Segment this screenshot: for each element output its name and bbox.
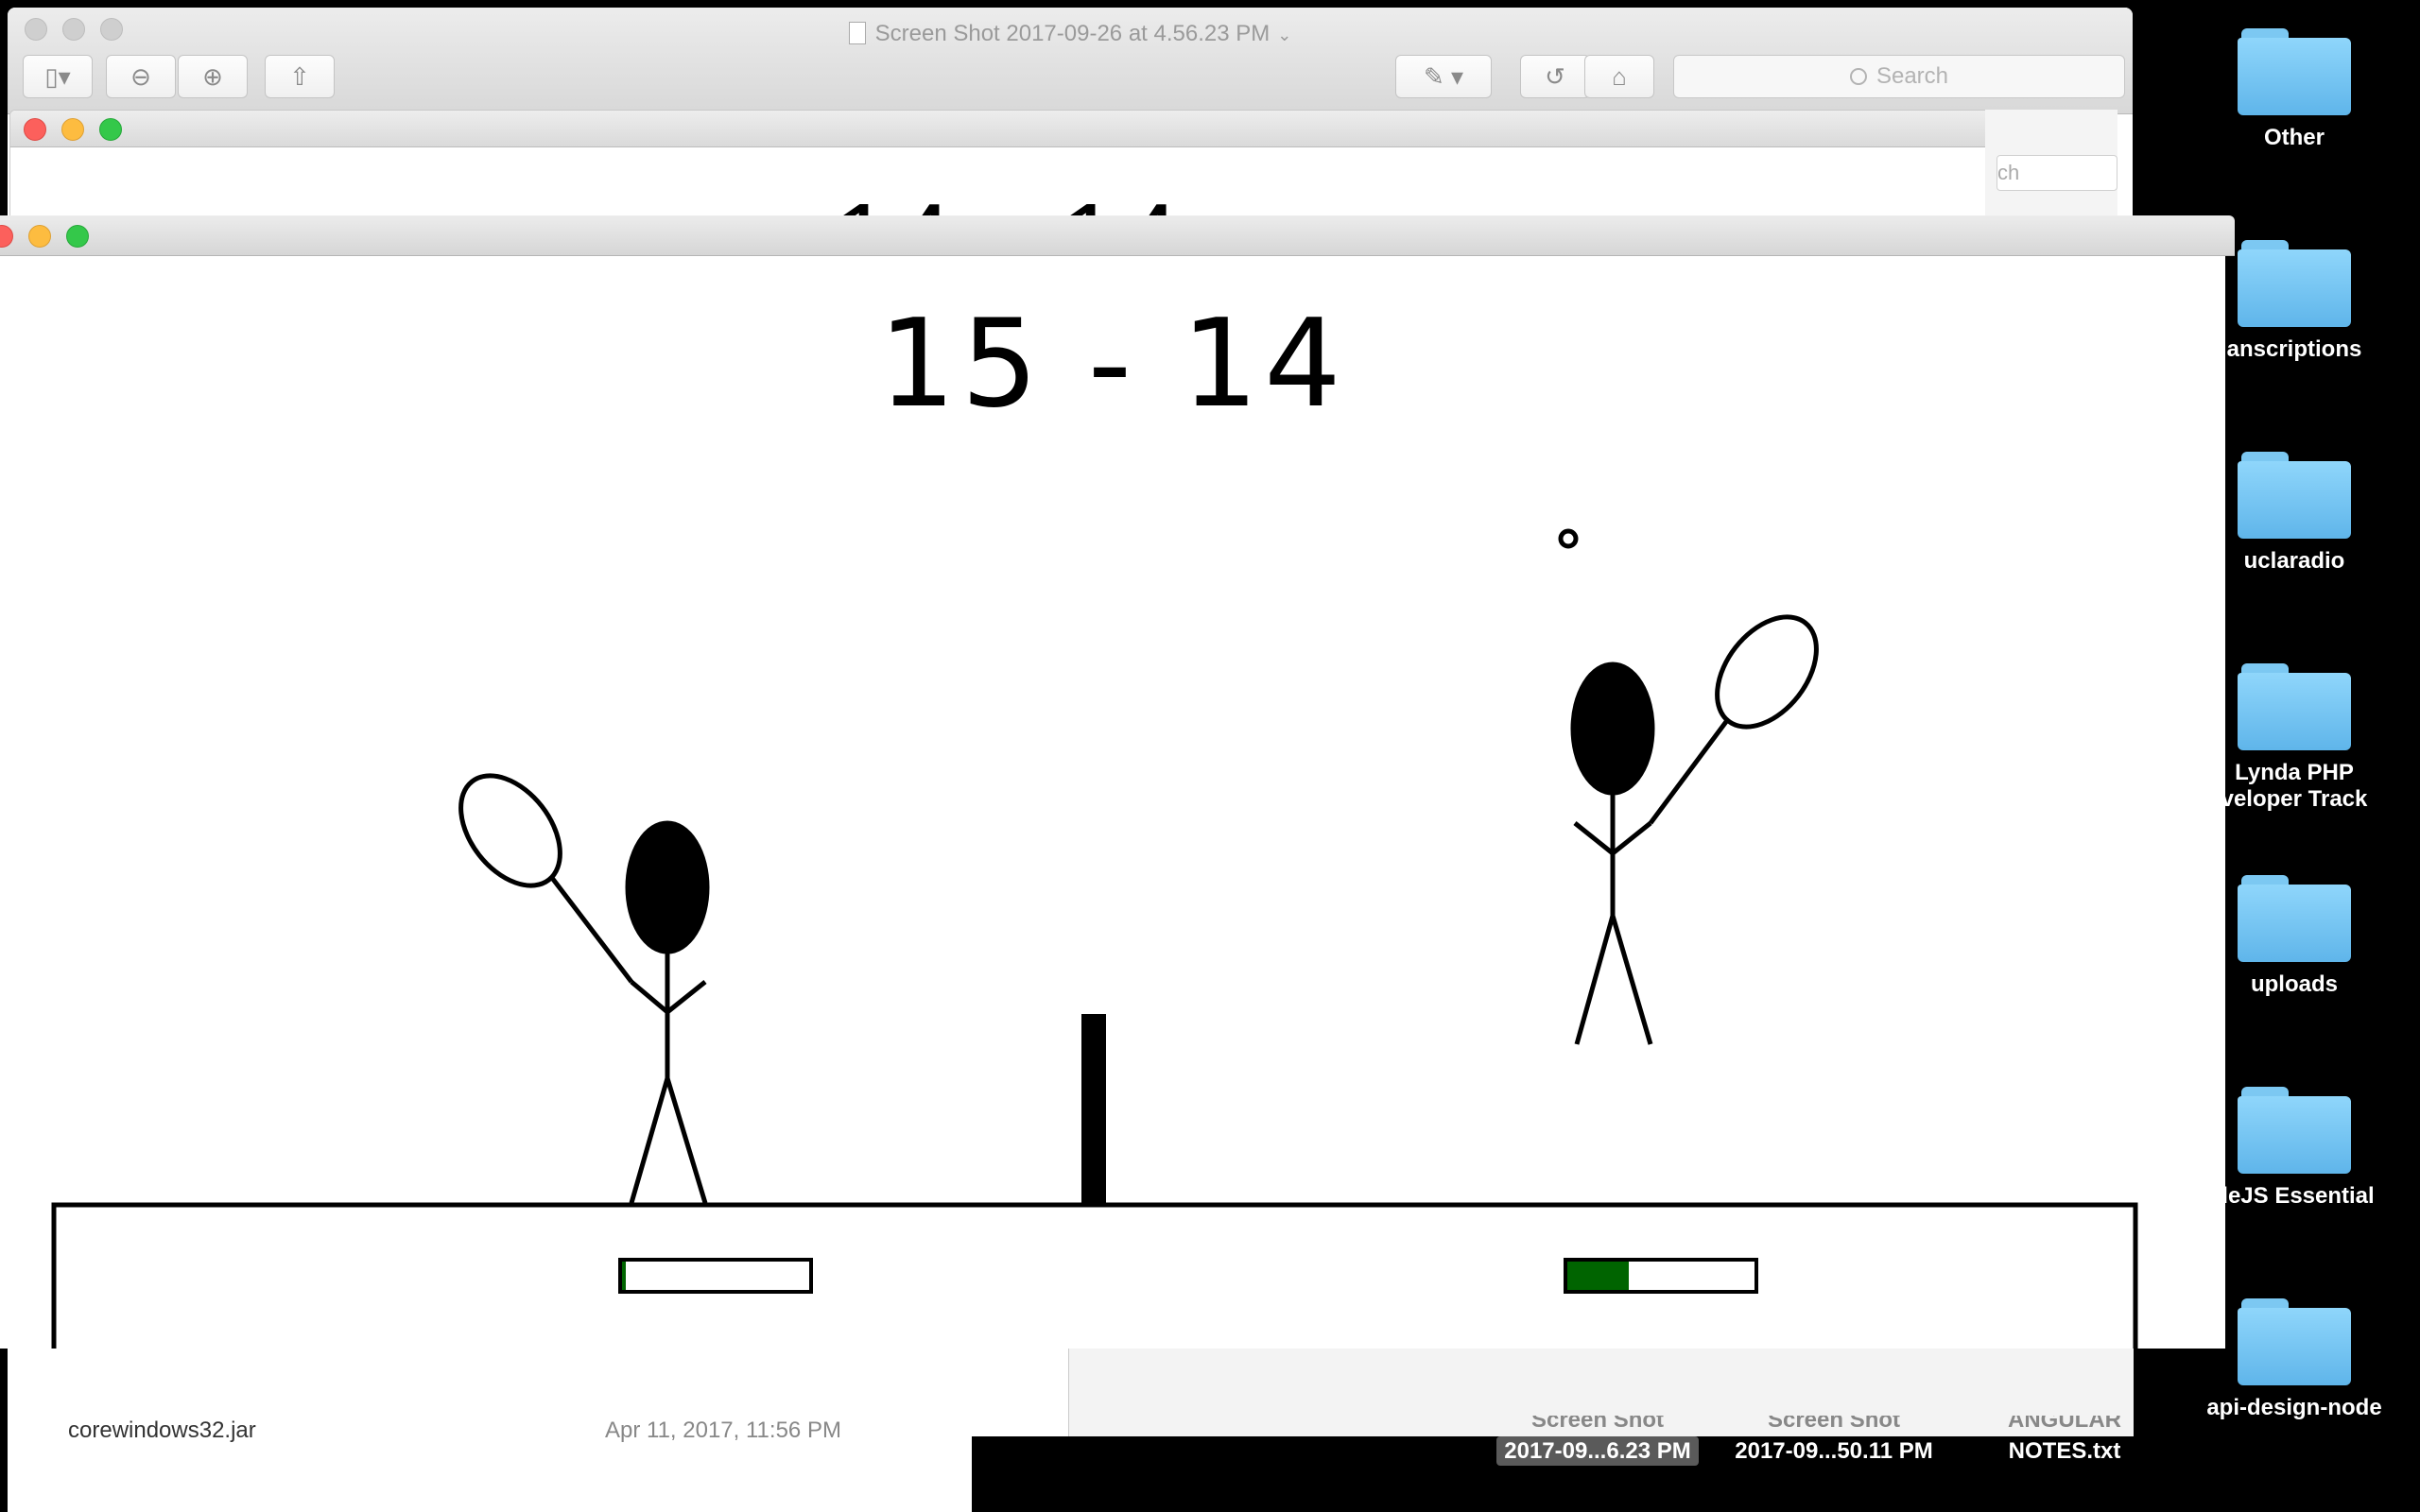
- folder-icon: [2238, 875, 2351, 962]
- zoom-in-button[interactable]: ⊕: [178, 55, 248, 98]
- desktop-file-screenshot-1[interactable]: Screen Shot 2017-09...6.23 PM: [1484, 1416, 1711, 1466]
- desktop-folder[interactable]: uclaradio: [2186, 452, 2403, 575]
- ball: [1558, 528, 1579, 549]
- minimize-button[interactable]: [61, 118, 84, 141]
- desktop-folder-label: deJS Essential: [2214, 1183, 2375, 1209]
- game-window-controls: [0, 225, 89, 248]
- left-stamina-bar: [618, 1258, 813, 1294]
- pen-icon: ✎ ▾: [1423, 61, 1464, 91]
- sidebar-button[interactable]: ▯▾: [23, 55, 93, 98]
- desktop-file-screenshot-2[interactable]: Screen Shot 2017-09...50.11 PM: [1720, 1416, 1947, 1465]
- right-player: [1570, 614, 1819, 1045]
- game-canvas[interactable]: 15 - 14: [0, 256, 2225, 1349]
- desktop-folder[interactable]: Lynda PHP veloper Track: [2186, 663, 2403, 813]
- right-player-leg: [1610, 915, 1653, 1045]
- share-icon: ⇧: [289, 61, 310, 91]
- desktop-folder-label: Lynda PHP veloper Track: [2221, 760, 2368, 812]
- court-floor: [51, 1202, 2138, 1349]
- left-player-racket: [458, 773, 562, 888]
- folder-icon: [2238, 663, 2351, 750]
- desktop-folder-label: api-design-node: [2206, 1395, 2382, 1420]
- zoom-out-button[interactable]: ⊖: [106, 55, 176, 98]
- desktop-folder[interactable]: Other: [2186, 28, 2403, 151]
- right-player-leg: [1574, 915, 1616, 1045]
- search-field[interactable]: Search: [1673, 55, 2125, 98]
- net: [1081, 1014, 1106, 1205]
- desktop-folder[interactable]: uploads: [2186, 875, 2403, 998]
- game-window: 15 - 14: [0, 215, 2235, 1349]
- document-icon: [848, 22, 866, 44]
- folder-icon: [2238, 28, 2351, 115]
- right-stamina-bar: [1564, 1258, 1758, 1294]
- desktop-folder-label: anscriptions: [2226, 336, 2362, 362]
- desktop-folder[interactable]: deJS Essential: [2186, 1087, 2403, 1210]
- background-window-controls: [24, 118, 122, 141]
- right-player-head: [1570, 662, 1655, 796]
- toolbox-icon: ⌂: [1612, 61, 1627, 91]
- finder-file-date: Apr 11, 2017, 11:56 PM: [605, 1418, 841, 1443]
- left-player-arm: [630, 980, 669, 1014]
- finder-file-name[interactable]: corewindows32.jar: [68, 1418, 256, 1444]
- left-player-racket-handle: [550, 876, 633, 984]
- right-player-racket: [1715, 614, 1819, 730]
- markup-button[interactable]: ✎ ▾: [1395, 55, 1492, 98]
- background-game-window: 14 - 14: [9, 110, 1996, 225]
- left-player-leg: [665, 1077, 708, 1204]
- share-button[interactable]: ⇧: [265, 55, 335, 98]
- right-stamina-fill: [1567, 1262, 1630, 1290]
- zoom-in-icon: ⊕: [202, 61, 223, 91]
- folder-icon: [2238, 1298, 2351, 1385]
- desktop-folder[interactable]: api-design-node: [2186, 1298, 2403, 1421]
- toolbox-button[interactable]: ⌂: [1584, 55, 1654, 98]
- zoom-out-icon: ⊖: [130, 61, 151, 91]
- folder-icon: [2238, 240, 2351, 327]
- desktop-file-angular-notes[interactable]: ANGULAR NOTES.txt: [1951, 1416, 2178, 1465]
- minimize-button[interactable]: [28, 225, 51, 248]
- game-scene: [51, 528, 2138, 1349]
- rotate-icon: ↺: [1545, 61, 1565, 91]
- close-button[interactable]: [24, 118, 46, 141]
- left-player: [458, 773, 710, 1204]
- desktop-folder[interactable]: anscriptions: [2186, 240, 2403, 363]
- background-search-field[interactable]: ch: [1996, 155, 2118, 191]
- zoom-button[interactable]: [66, 225, 89, 248]
- game-window-titlebar[interactable]: [0, 215, 2235, 256]
- desktop-folder-label: uploads: [2250, 971, 2338, 997]
- right-player-arm: [1573, 821, 1615, 855]
- sidebar-icon: ▯▾: [44, 61, 71, 91]
- close-button[interactable]: [0, 225, 13, 248]
- rotate-button[interactable]: ↺: [1520, 55, 1590, 98]
- window-title[interactable]: Screen Shot 2017-09-26 at 4.56.23 PM ⌄: [8, 21, 2133, 47]
- folder-icon: [2238, 452, 2351, 539]
- desktop-folder-label: uclaradio: [2243, 548, 2345, 574]
- left-player-head: [625, 820, 710, 954]
- desktop-folder-label: Other: [2263, 125, 2325, 150]
- background-window-titlebar: [10, 111, 1996, 147]
- chevron-down-icon: ⌄: [1277, 26, 1292, 44]
- left-stamina-fill: [622, 1262, 626, 1290]
- folder-icon: [2238, 1087, 2351, 1174]
- zoom-button[interactable]: [99, 118, 122, 141]
- search-icon: [1849, 68, 1867, 85]
- left-player-leg: [629, 1077, 670, 1204]
- right-player-racket-handle: [1648, 717, 1731, 825]
- left-player-arm: [666, 980, 707, 1014]
- preview-toolbar: Screen Shot 2017-09-26 at 4.56.23 PM ⌄ ▯▾…: [8, 8, 2133, 114]
- right-player-arm: [1611, 821, 1652, 855]
